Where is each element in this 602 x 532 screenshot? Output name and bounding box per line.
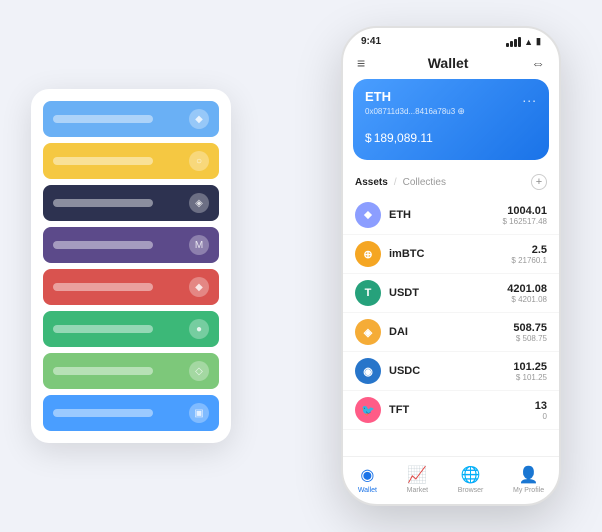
asset-name: USDC	[389, 365, 513, 377]
asset-icon: ⬥	[355, 202, 381, 228]
card-stack: ◆ ○ ◈ M ◆ ● ◇ ▣	[31, 89, 231, 443]
asset-amount: 13	[535, 400, 547, 412]
nav-label-browser: Browser	[458, 487, 484, 494]
asset-amounts: 101.25$ 101.25	[513, 361, 547, 382]
time-display: 9:41	[361, 36, 381, 47]
nav-icon-market: 📈	[407, 465, 427, 485]
wallet-title: Wallet	[428, 55, 469, 71]
nav-item-my-profile[interactable]: 👤 My Profile	[513, 465, 544, 494]
asset-amounts: 2.5$ 21760.1	[511, 244, 547, 265]
asset-list: ⬥ ETH1004.01$ 162517.48 ⊕ imBTC2.5$ 21760.1…	[343, 196, 559, 456]
asset-item[interactable]: ⬥ ETH1004.01$ 162517.48	[343, 196, 559, 235]
asset-icon: T	[355, 280, 381, 306]
card-item[interactable]: ○	[43, 143, 219, 179]
asset-usd: $ 4201.08	[507, 295, 547, 304]
wallet-card-menu[interactable]: ...	[522, 89, 537, 105]
nav-item-browser[interactable]: 🌐 Browser	[458, 465, 484, 494]
asset-name: DAI	[389, 326, 513, 338]
status-bar: 9:41 ▲ ▮	[343, 28, 559, 51]
card-item[interactable]: ◇	[43, 353, 219, 389]
expand-icon[interactable]: ⇔	[531, 55, 545, 71]
nav-item-market[interactable]: 📈 Market	[407, 465, 428, 494]
phone-frame: 9:41 ▲ ▮ ≡ Wallet ⇔ ... ETH 0x0	[341, 26, 561, 506]
tab-assets[interactable]: Assets	[355, 177, 388, 188]
tab-collecties[interactable]: Collecties	[403, 177, 446, 188]
asset-usd: $ 162517.48	[503, 217, 548, 226]
card-item[interactable]: ▣	[43, 395, 219, 431]
assets-section: Assets / Collecties + ⬥ ETH1004.01$ 16251…	[343, 170, 559, 456]
asset-amounts: 4201.08$ 4201.08	[507, 283, 547, 304]
asset-amounts: 1004.01$ 162517.48	[503, 205, 548, 226]
card-item[interactable]: M	[43, 227, 219, 263]
card-item[interactable]: ◆	[43, 101, 219, 137]
tab-divider: /	[394, 177, 397, 188]
nav-item-wallet[interactable]: ◉ Wallet	[358, 465, 377, 494]
asset-amount: 2.5	[511, 244, 547, 256]
asset-usd: $ 21760.1	[511, 256, 547, 265]
asset-item[interactable]: ◈ DAI508.75$ 508.75	[343, 313, 559, 352]
asset-amount: 4201.08	[507, 283, 547, 295]
wallet-address: 0x08711d3d...8416a78u3 ⊕	[365, 106, 537, 117]
wallet-card[interactable]: ... ETH 0x08711d3d...8416a78u3 ⊕ $189,08…	[353, 79, 549, 160]
asset-icon: ◉	[355, 358, 381, 384]
assets-header: Assets / Collecties +	[343, 170, 559, 196]
asset-amounts: 508.75$ 508.75	[513, 322, 547, 343]
wifi-icon: ▲	[524, 37, 533, 47]
assets-tabs: Assets / Collecties	[355, 177, 446, 188]
asset-usd: $ 101.25	[513, 373, 547, 382]
asset-item[interactable]: ◉ USDC101.25$ 101.25	[343, 352, 559, 391]
nav-label-market: Market	[407, 487, 428, 494]
asset-amount: 508.75	[513, 322, 547, 334]
asset-item[interactable]: ⊕ imBTC2.5$ 21760.1	[343, 235, 559, 274]
card-item[interactable]: ◈	[43, 185, 219, 221]
asset-item[interactable]: 🐦 TFT130	[343, 391, 559, 430]
bottom-nav: ◉ Wallet 📈 Market 🌐 Browser 👤 My Profile	[343, 456, 559, 504]
status-icons: ▲ ▮	[506, 36, 541, 47]
wallet-coin-name: ETH	[365, 89, 537, 104]
asset-usd: 0	[535, 412, 547, 421]
signal-icon	[506, 37, 521, 47]
nav-label-my-profile: My Profile	[513, 487, 544, 494]
asset-amount: 1004.01	[503, 205, 548, 217]
asset-item[interactable]: T USDT4201.08$ 4201.08	[343, 274, 559, 313]
asset-amount: 101.25	[513, 361, 547, 373]
phone-header: ≡ Wallet ⇔	[343, 51, 559, 79]
battery-icon: ▮	[536, 36, 541, 47]
card-item[interactable]: ◆	[43, 269, 219, 305]
asset-icon: ◈	[355, 319, 381, 345]
asset-icon: 🐦	[355, 397, 381, 423]
card-item[interactable]: ●	[43, 311, 219, 347]
scene: ◆ ○ ◈ M ◆ ● ◇ ▣ 9:41 ▲ ▮ ≡ Wallet ⇔	[21, 16, 581, 516]
menu-icon[interactable]: ≡	[357, 55, 365, 71]
nav-icon-browser: 🌐	[461, 465, 481, 485]
asset-name: ETH	[389, 209, 503, 221]
asset-icon: ⊕	[355, 241, 381, 267]
asset-name: USDT	[389, 287, 507, 299]
nav-icon-wallet: ◉	[360, 465, 374, 485]
nav-icon-my-profile: 👤	[519, 465, 539, 485]
asset-name: TFT	[389, 404, 535, 416]
wallet-balance: $189,089.11	[365, 125, 537, 148]
nav-label-wallet: Wallet	[358, 487, 377, 494]
add-asset-button[interactable]: +	[531, 174, 547, 190]
asset-name: imBTC	[389, 248, 511, 260]
asset-usd: $ 508.75	[513, 334, 547, 343]
asset-amounts: 130	[535, 400, 547, 421]
